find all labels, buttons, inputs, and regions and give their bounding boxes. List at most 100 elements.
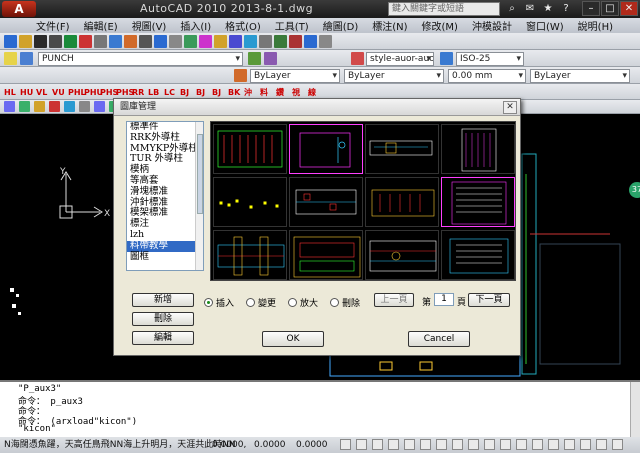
zoom-icon[interactable] xyxy=(532,439,543,450)
thumbnail-11[interactable] xyxy=(365,230,439,280)
ducs-icon[interactable] xyxy=(436,439,447,450)
pan-icon[interactable] xyxy=(184,35,197,48)
menu-item-0[interactable]: 文件(F) xyxy=(36,18,70,33)
layer-manager-icon[interactable] xyxy=(4,52,17,65)
radio-delete[interactable]: 刪除 xyxy=(330,296,360,309)
make-current-icon[interactable] xyxy=(248,52,261,65)
qp-icon[interactable] xyxy=(484,439,495,450)
modify-tool-1-icon[interactable] xyxy=(19,101,30,112)
clean-screen-icon[interactable] xyxy=(612,439,623,450)
modify-tool-0-icon[interactable] xyxy=(4,101,15,112)
open-icon[interactable] xyxy=(19,35,32,48)
match-properties-icon[interactable] xyxy=(234,69,247,82)
plot-style-dropdown[interactable]: ByLayer xyxy=(530,69,630,83)
dyn-icon[interactable] xyxy=(452,439,463,450)
menu-item-10[interactable]: 窗口(W) xyxy=(526,18,564,33)
category-item[interactable]: 圖框 xyxy=(127,251,203,263)
add-button[interactable]: 新增 xyxy=(132,293,194,307)
color-dropdown[interactable]: ByLayer xyxy=(250,69,340,83)
thumbnail-2[interactable] xyxy=(289,124,363,174)
minimize-button[interactable]: – xyxy=(582,1,600,16)
radio-change[interactable]: 變更 xyxy=(246,296,276,309)
workspace-icon[interactable] xyxy=(580,439,591,450)
die-tool-1[interactable]: HU xyxy=(20,86,33,99)
list-scrollbar[interactable] xyxy=(195,122,203,270)
modify-tool-2-icon[interactable] xyxy=(34,101,45,112)
design-center-icon[interactable] xyxy=(259,35,272,48)
properties-icon[interactable] xyxy=(244,35,257,48)
copy-icon[interactable] xyxy=(109,35,122,48)
category-item[interactable]: 料帶教學 xyxy=(127,240,203,252)
ok-button[interactable]: OK xyxy=(262,331,324,347)
category-item[interactable]: 滑塊標准 xyxy=(127,186,203,198)
redo-icon[interactable] xyxy=(169,35,182,48)
otrack-icon[interactable] xyxy=(420,439,431,450)
search-input[interactable]: 鍵入關鍵字或短語 xyxy=(388,2,500,16)
modify-tool-5-icon[interactable] xyxy=(79,101,90,112)
pan-icon[interactable] xyxy=(548,439,559,450)
linetype-dropdown[interactable]: ByLayer xyxy=(344,69,444,83)
snap-icon[interactable] xyxy=(340,439,351,450)
category-item[interactable]: RRK外導柱 xyxy=(127,132,203,144)
thumbnail-12[interactable] xyxy=(441,230,515,280)
cut-icon[interactable] xyxy=(94,35,107,48)
cancel-button[interactable]: Cancel xyxy=(408,331,470,347)
layout-icon[interactable] xyxy=(516,439,527,450)
thumbnail-1[interactable] xyxy=(213,124,287,174)
zoom-previous-icon[interactable] xyxy=(229,35,242,48)
text-style-icon[interactable] xyxy=(351,52,364,65)
grid-icon[interactable] xyxy=(356,439,367,450)
lock-icon[interactable] xyxy=(596,439,607,450)
zoom-realtime-icon[interactable] xyxy=(199,35,212,48)
tool-palettes-icon[interactable] xyxy=(274,35,287,48)
menu-item-4[interactable]: 格式(O) xyxy=(225,18,261,33)
calculator-icon[interactable] xyxy=(319,35,332,48)
plot-preview-icon[interactable] xyxy=(64,35,77,48)
die-tool-0[interactable]: HL xyxy=(4,86,16,99)
thumbnail-5[interactable] xyxy=(213,177,287,227)
dim-style-icon[interactable] xyxy=(440,52,453,65)
publish-icon[interactable] xyxy=(79,35,92,48)
osnap-icon[interactable] xyxy=(404,439,415,450)
menu-item-11[interactable]: 說明(H) xyxy=(578,18,613,33)
thumbnail-6[interactable] xyxy=(289,177,363,227)
modify-tool-6-icon[interactable] xyxy=(94,101,105,112)
next-page-button[interactable]: 下一頁 xyxy=(468,293,510,307)
sheet-set-icon[interactable] xyxy=(289,35,302,48)
print-icon[interactable] xyxy=(49,35,62,48)
model-icon[interactable] xyxy=(500,439,511,450)
menu-item-7[interactable]: 標注(N) xyxy=(372,18,407,33)
menu-item-2[interactable]: 視圖(V) xyxy=(132,18,167,33)
search-icon[interactable]: ⌕ xyxy=(506,2,518,15)
annotation-icon[interactable] xyxy=(564,439,575,450)
application-menu-button[interactable]: A xyxy=(2,1,36,17)
match-icon[interactable] xyxy=(139,35,152,48)
polar-icon[interactable] xyxy=(388,439,399,450)
category-list[interactable]: 標準件 RRK外導柱 MMYKP外導柱 TUR 外導柱 模柄 等高套 滑塊標准 沖針標准 模架標… xyxy=(126,121,204,271)
paste-icon[interactable] xyxy=(124,35,137,48)
radio-insert[interactable]: 插入 xyxy=(204,296,234,309)
die-tool-2[interactable]: VL xyxy=(36,86,47,99)
zoom-window-icon[interactable] xyxy=(214,35,227,48)
text-style-dropdown[interactable]: style-auor-auo xyxy=(366,52,434,66)
menu-item-3[interactable]: 插入(I) xyxy=(180,18,211,33)
favorites-icon[interactable]: ★ xyxy=(542,2,554,15)
command-window[interactable]: "P_aux3" 命令： p_aux3 命令： 命令： (arxload"kicon"… xyxy=(0,380,640,439)
command-scrollbar[interactable] xyxy=(630,382,640,439)
navigation-badge[interactable]: 37 xyxy=(629,182,640,198)
layer-previous-icon[interactable] xyxy=(264,52,277,65)
help-icon[interactable]: ? xyxy=(560,2,572,15)
delete-category-button[interactable]: 刪除 xyxy=(132,312,194,326)
menu-item-1[interactable]: 編輯(E) xyxy=(84,18,118,33)
edit-button[interactable]: 編輯 xyxy=(132,331,194,345)
menu-item-8[interactable]: 修改(M) xyxy=(422,18,458,33)
thumbnail-9[interactable] xyxy=(213,230,287,280)
markup-icon[interactable] xyxy=(304,35,317,48)
close-button[interactable]: ✕ xyxy=(620,1,638,16)
modify-tool-3-icon[interactable] xyxy=(49,101,60,112)
die-tool-4[interactable]: PHL xyxy=(68,86,86,99)
thumbnail-7[interactable] xyxy=(365,177,439,227)
maximize-button[interactable]: □ xyxy=(601,1,619,16)
layer-dropdown[interactable]: PUNCH xyxy=(38,52,243,66)
dialog-close-button[interactable]: ✕ xyxy=(503,101,517,114)
